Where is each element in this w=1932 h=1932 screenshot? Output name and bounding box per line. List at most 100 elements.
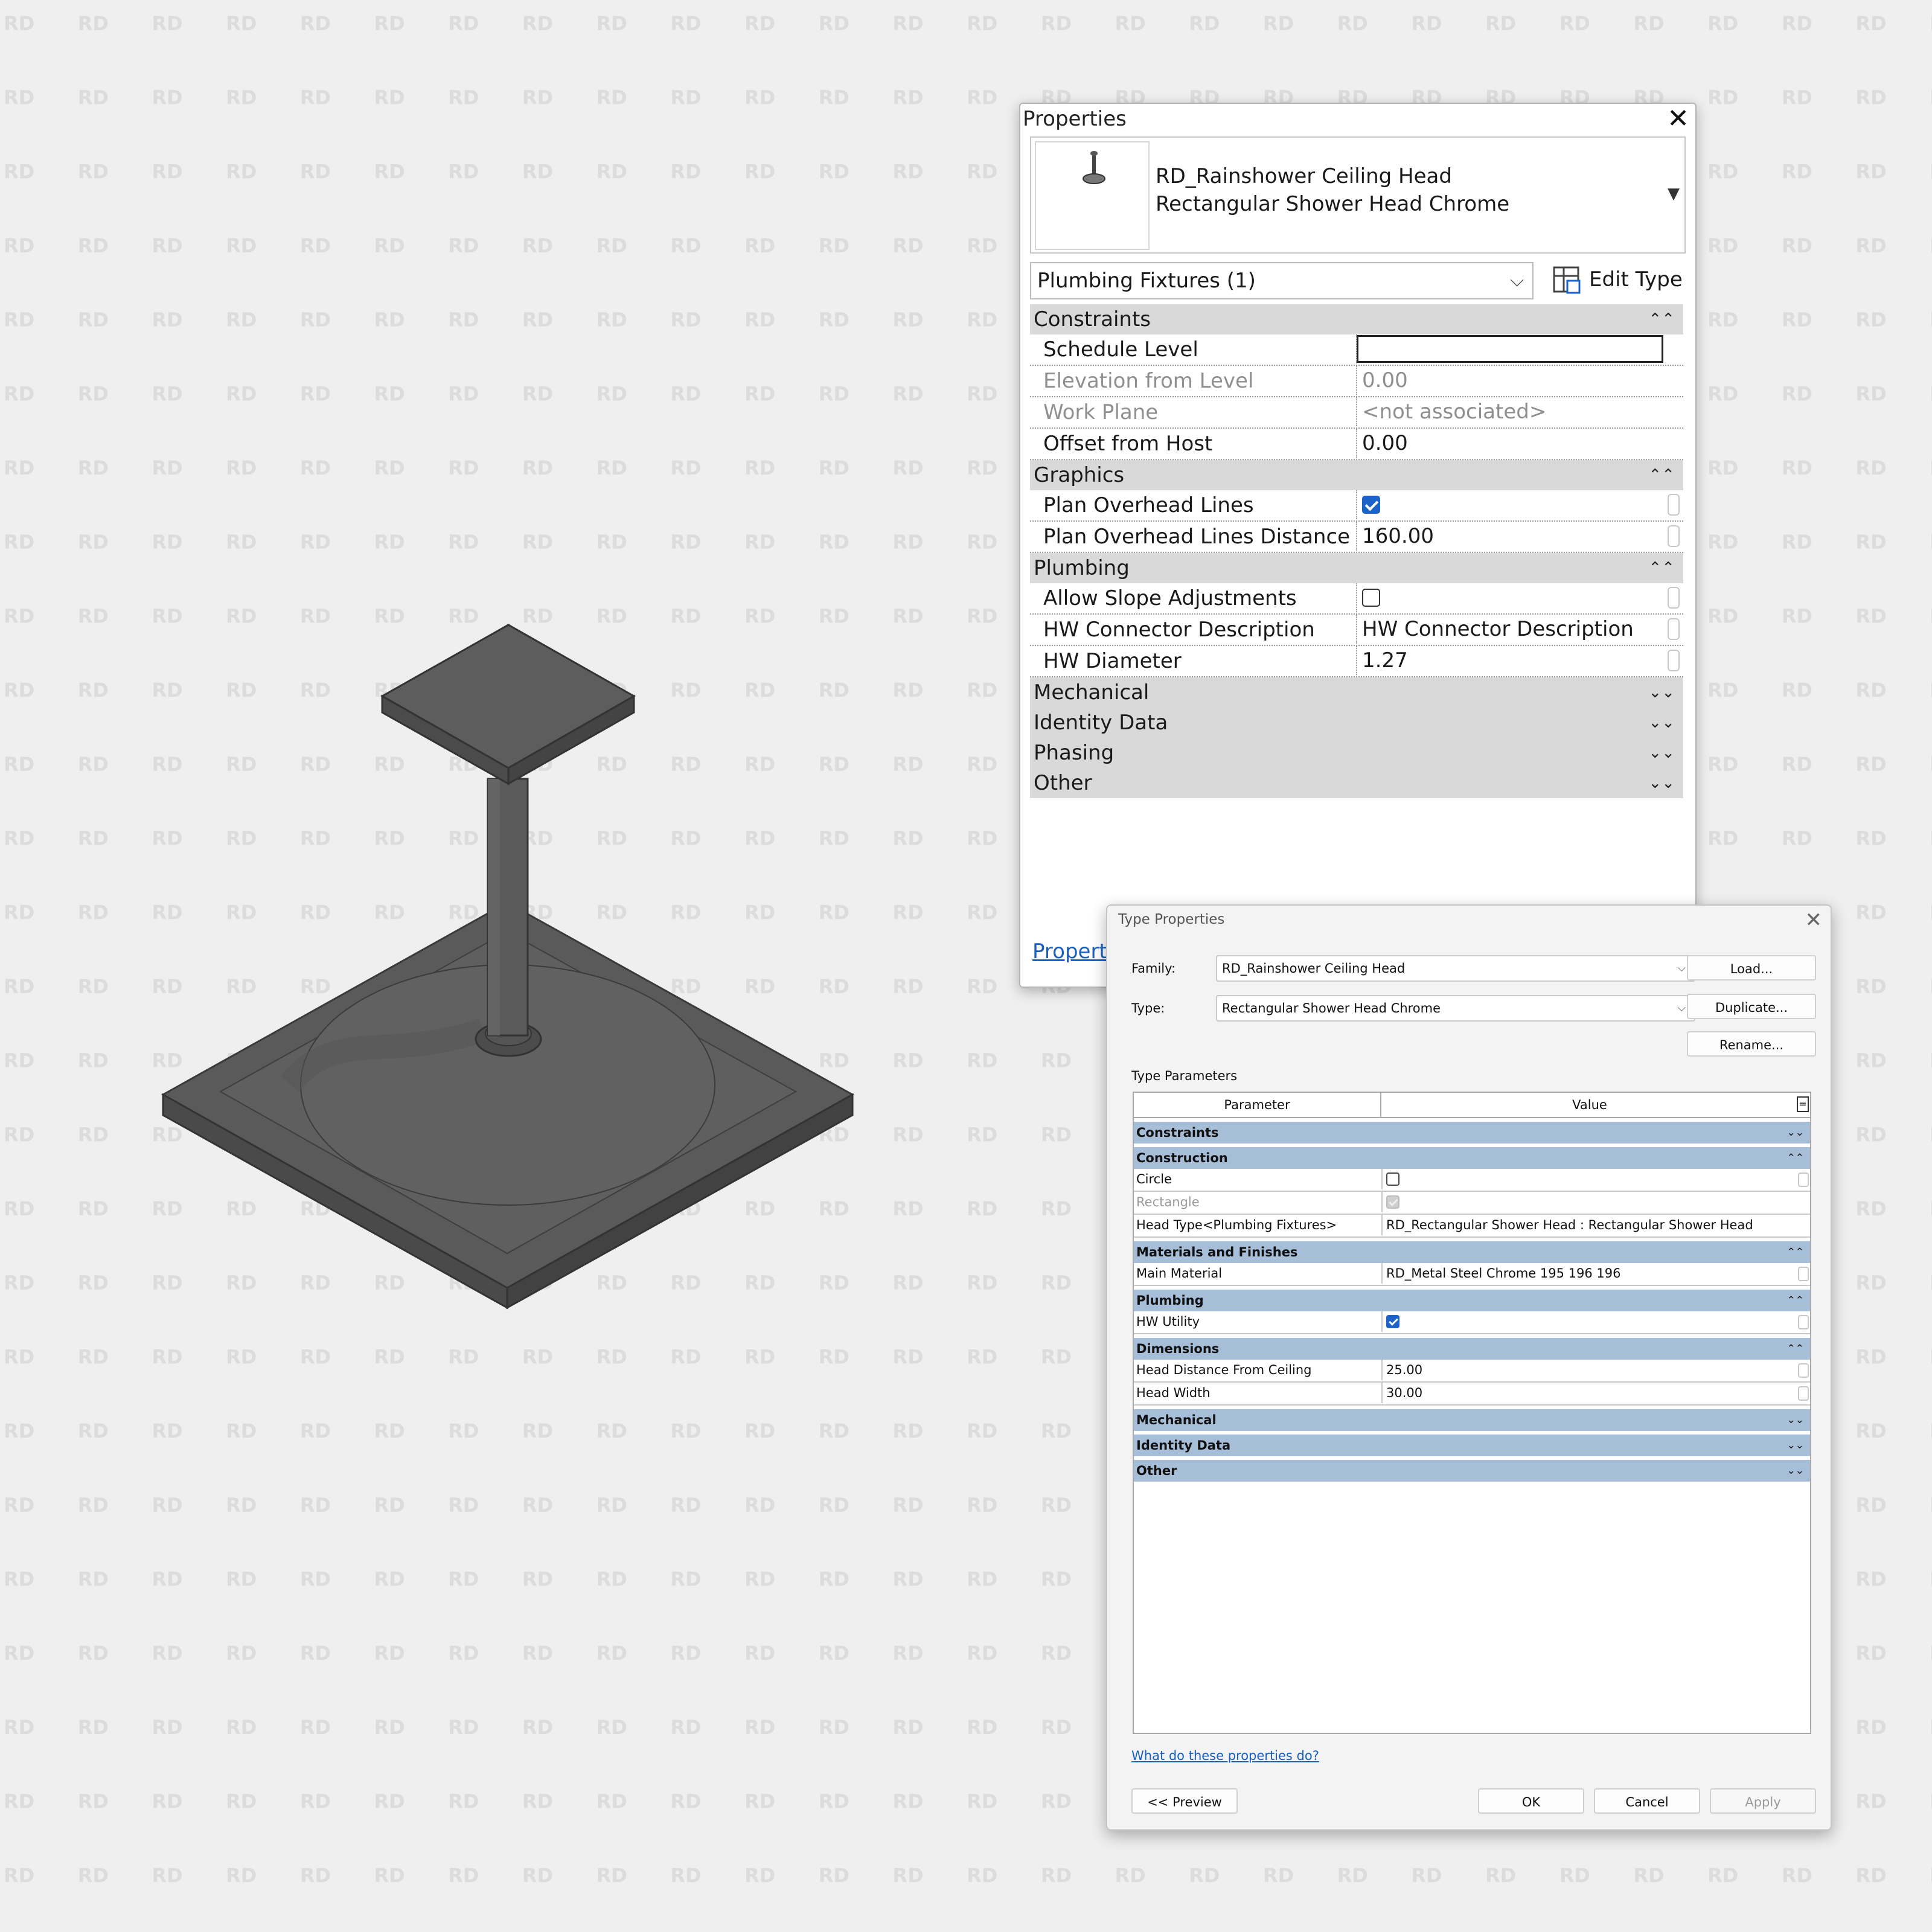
expand-icon[interactable]: ⌄⌄ xyxy=(1648,768,1675,798)
group-constraints[interactable]: Constraints ⌄⌄ xyxy=(1134,1122,1810,1144)
group-phasing[interactable]: Phasing ⌄⌄ xyxy=(1030,738,1683,768)
hw-diameter-field[interactable]: 1.27 xyxy=(1356,646,1664,675)
row-allow-slope[interactable]: Allow Slope Adjustments xyxy=(1030,583,1683,615)
param-name: Offset from Host xyxy=(1043,432,1213,456)
shower-head-3d-model[interactable] xyxy=(0,0,906,1389)
collapse-icon[interactable]: ⌃⌃ xyxy=(1648,553,1675,583)
expand-icon[interactable]: ⌄⌄ xyxy=(1787,1460,1805,1482)
group-dimensions[interactable]: Dimensions ⌃⌃ xyxy=(1134,1338,1810,1360)
expand-icon[interactable]: ⌄⌄ xyxy=(1648,708,1675,738)
cancel-button[interactable]: Cancel xyxy=(1594,1788,1700,1814)
group-other[interactable]: Other ⌄⌄ xyxy=(1134,1460,1810,1482)
head-width-field[interactable]: 30.00 xyxy=(1381,1383,1797,1403)
row-main-material[interactable]: Main Material RD_Metal Steel Chrome 195 … xyxy=(1134,1263,1810,1286)
plan-overhead-checkbox[interactable] xyxy=(1362,495,1380,514)
row-head-distance[interactable]: Head Distance From Ceiling 25.00 xyxy=(1134,1360,1810,1383)
head-type-field[interactable]: RD_Rectangular Shower Head : Rectangular… xyxy=(1381,1215,1797,1235)
group-identity-data[interactable]: Identity Data ⌄⌄ xyxy=(1134,1435,1810,1456)
column-header-value: Value xyxy=(1572,1098,1607,1112)
load-button[interactable]: Load... xyxy=(1687,955,1816,980)
group-mechanical[interactable]: Mechanical ⌄⌄ xyxy=(1030,677,1683,708)
param-name: Schedule Level xyxy=(1043,337,1198,362)
row-hw-diameter[interactable]: HW Diameter 1.27 xyxy=(1030,646,1683,677)
close-icon[interactable]: ✕ xyxy=(1805,908,1823,932)
associate-param-button[interactable] xyxy=(1798,1315,1809,1329)
group-constraints[interactable]: Constraints ⌃⌃ xyxy=(1030,304,1683,334)
properties-palette[interactable]: Properties ✕ RD_Rainshower Ceiling Head … xyxy=(1019,103,1697,988)
group-other[interactable]: Other ⌄⌄ xyxy=(1030,768,1683,798)
group-label: Dimensions xyxy=(1136,1342,1220,1356)
row-plan-overhead-distance[interactable]: Plan Overhead Lines Distance 160.00 xyxy=(1030,522,1683,553)
associate-param-button[interactable] xyxy=(1668,618,1680,640)
row-schedule-level[interactable]: Schedule Level xyxy=(1030,334,1683,366)
associate-param-button[interactable] xyxy=(1798,1386,1809,1401)
expand-icon[interactable]: ⌄⌄ xyxy=(1787,1409,1805,1431)
param-name: Circle xyxy=(1136,1172,1172,1186)
row-plan-overhead-lines[interactable]: Plan Overhead Lines xyxy=(1030,490,1683,522)
row-offset-from-host[interactable]: Offset from Host 0.00 xyxy=(1030,429,1683,460)
apply-button[interactable]: Apply xyxy=(1710,1788,1816,1814)
group-identity-data[interactable]: Identity Data ⌄⌄ xyxy=(1030,708,1683,738)
param-name: Elevation from Level xyxy=(1043,369,1254,393)
family-select[interactable]: RD_Rainshower Ceiling Head ⌵ xyxy=(1216,955,1695,982)
offset-field[interactable]: 0.00 xyxy=(1356,429,1664,458)
dropdown-arrow-icon[interactable]: ▼ xyxy=(1668,185,1680,203)
group-construction[interactable]: Construction ⌃⌃ xyxy=(1134,1147,1810,1169)
plan-overhead-distance-field[interactable]: 160.00 xyxy=(1356,522,1664,551)
group-graphics[interactable]: Graphics ⌃⌃ xyxy=(1030,460,1683,490)
head-distance-field[interactable]: 25.00 xyxy=(1381,1360,1797,1380)
preview-button[interactable]: << Preview xyxy=(1131,1788,1238,1814)
associate-param-button[interactable] xyxy=(1798,1267,1809,1281)
hw-utility-checkbox[interactable] xyxy=(1386,1314,1399,1328)
collapse-icon[interactable]: ⌃⌃ xyxy=(1787,1147,1805,1169)
allow-slope-checkbox[interactable] xyxy=(1362,588,1380,607)
group-label: Plumbing xyxy=(1034,556,1130,580)
ok-button[interactable]: OK xyxy=(1478,1788,1584,1814)
row-circle[interactable]: Circle xyxy=(1134,1169,1810,1192)
type-select[interactable]: Rectangular Shower Head Chrome ⌵ xyxy=(1216,995,1695,1022)
type-properties-dialog[interactable]: Type Properties ✕ Family: RD_Rainshower … xyxy=(1106,904,1832,1831)
circle-checkbox[interactable] xyxy=(1386,1172,1399,1186)
category-filter-select[interactable]: Plumbing Fixtures (1) ⌵ xyxy=(1030,262,1534,299)
rename-button[interactable]: Rename... xyxy=(1687,1031,1816,1057)
row-head-width[interactable]: Head Width 30.00 xyxy=(1134,1383,1810,1406)
associate-param-button[interactable] xyxy=(1668,525,1680,547)
row-hw-connector-description[interactable]: HW Connector Description HW Connector De… xyxy=(1030,615,1683,646)
help-link[interactable]: What do these properties do? xyxy=(1131,1748,1319,1763)
close-icon[interactable]: ✕ xyxy=(1667,104,1689,134)
associate-param-button[interactable] xyxy=(1668,650,1680,671)
type-parameters-label: Type Parameters xyxy=(1131,1069,1238,1083)
collapse-icon[interactable]: ⌃⌃ xyxy=(1648,460,1675,490)
column-header-parameter: Parameter xyxy=(1134,1093,1381,1117)
type-selector[interactable]: RD_Rainshower Ceiling Head Rectangular S… xyxy=(1030,136,1686,254)
group-label: Other xyxy=(1136,1463,1177,1478)
schedule-level-field[interactable] xyxy=(1356,334,1664,363)
collapse-icon[interactable]: ⌃⌃ xyxy=(1787,1290,1805,1311)
row-head-type[interactable]: Head Type<Plumbing Fixtures> RD_Rectangu… xyxy=(1134,1215,1810,1238)
collapse-icon[interactable]: ⌃⌃ xyxy=(1787,1241,1805,1263)
group-plumbing[interactable]: Plumbing ⌃⌃ xyxy=(1030,553,1683,583)
param-value xyxy=(1356,490,1664,519)
expand-icon[interactable]: ⌄⌄ xyxy=(1787,1435,1805,1456)
properties-help-link[interactable]: Properti xyxy=(1032,939,1113,964)
param-value xyxy=(1381,1169,1797,1189)
group-mechanical[interactable]: Mechanical ⌄⌄ xyxy=(1134,1409,1810,1431)
hw-connector-description-field[interactable]: HW Connector Description xyxy=(1356,615,1664,644)
expand-icon[interactable]: ⌄⌄ xyxy=(1648,677,1675,708)
group-materials-finishes[interactable]: Materials and Finishes ⌃⌃ xyxy=(1134,1241,1810,1263)
row-hw-utility[interactable]: HW Utility xyxy=(1134,1311,1810,1334)
expand-icon[interactable]: ⌄⌄ xyxy=(1648,738,1675,768)
expand-icon[interactable]: ⌄⌄ xyxy=(1787,1122,1805,1144)
group-label: Constraints xyxy=(1136,1125,1219,1140)
collapse-icon[interactable]: ⌃⌃ xyxy=(1787,1338,1805,1360)
duplicate-button[interactable]: Duplicate... xyxy=(1687,994,1816,1019)
main-material-field[interactable]: RD_Metal Steel Chrome 195 196 196 xyxy=(1381,1263,1797,1284)
group-plumbing[interactable]: Plumbing ⌃⌃ xyxy=(1134,1290,1810,1311)
associate-param-button[interactable] xyxy=(1668,494,1680,516)
associate-param-button[interactable] xyxy=(1798,1172,1809,1187)
param-value xyxy=(1381,1311,1797,1332)
param-name: Head Distance From Ceiling xyxy=(1136,1363,1312,1377)
collapse-icon[interactable]: ⌃⌃ xyxy=(1648,304,1675,334)
associate-param-button[interactable] xyxy=(1798,1363,1809,1378)
associate-param-button[interactable] xyxy=(1668,587,1680,609)
